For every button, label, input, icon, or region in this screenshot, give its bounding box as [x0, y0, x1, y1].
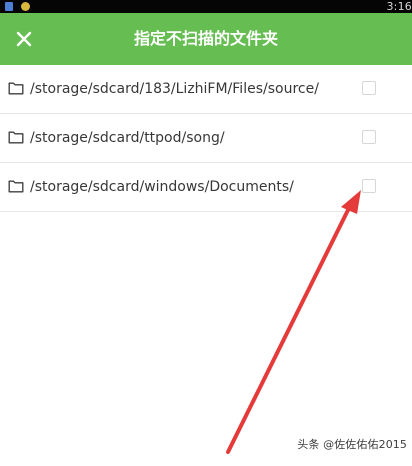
folder-icon [8, 180, 24, 193]
folder-icon [8, 131, 24, 144]
folder-row[interactable]: /storage/sdcard/ttpod/song/ [0, 114, 412, 163]
folder-path: /storage/sdcard/windows/Documents/ [30, 179, 294, 195]
close-button[interactable] [12, 27, 36, 51]
folder-checkbox[interactable] [362, 130, 376, 144]
folder-row[interactable]: /storage/sdcard/windows/Documents/ [0, 163, 412, 212]
page-title: 指定不扫描的文件夹 [133, 29, 278, 48]
close-icon [16, 31, 32, 47]
folder-icon [8, 82, 24, 95]
folder-checkbox[interactable] [362, 179, 376, 193]
folder-list: /storage/sdcard/183/LizhiFM/Files/source… [0, 65, 412, 212]
folder-path: /storage/sdcard/ttpod/song/ [30, 130, 225, 146]
app-header: 指定不扫描的文件夹 [0, 13, 412, 65]
folder-checkbox[interactable] [362, 81, 376, 95]
notification-app-icon [5, 2, 13, 11]
status-time: 3:16 [386, 0, 412, 13]
folder-row[interactable]: /storage/sdcard/183/LizhiFM/Files/source… [0, 65, 412, 114]
notification-app-icon-2 [21, 2, 30, 11]
status-bar: 3:16 [0, 0, 412, 13]
watermark-text: 头条 @佐佐佑佑2015 [297, 438, 407, 451]
folder-path: /storage/sdcard/183/LizhiFM/Files/source… [30, 81, 319, 97]
